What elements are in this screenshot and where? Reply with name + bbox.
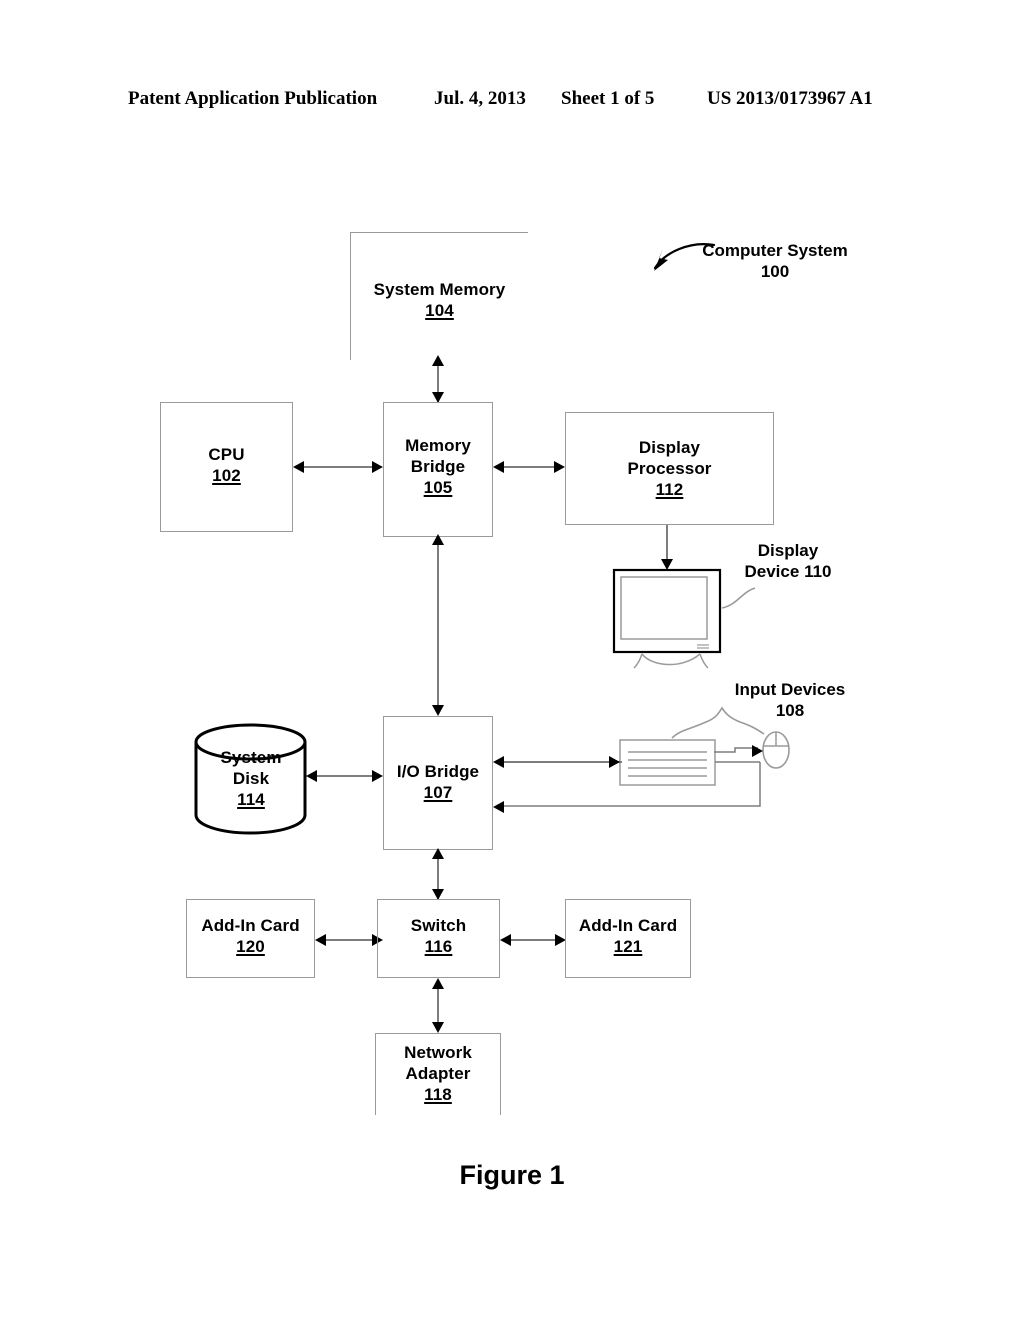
arrowhead-down-io [432,705,444,716]
network-adapter-ref: 118 [424,1085,452,1104]
system-disk-ref: 114 [237,790,265,809]
arrowhead-right-bridge [372,461,383,473]
header-patent-number: US 2013/0173967 A1 [707,88,873,109]
arrowhead-down-network [432,1022,444,1033]
display-device-leader-line [721,587,756,609]
display-device-label-2: Device [744,562,800,581]
cpu-ref: 102 [212,466,241,485]
patent-figure-page: Patent Application Publication Jul. 4, 2… [0,0,1024,1320]
input-devices-ref: 108 [775,701,805,720]
arrowhead-left-io-keyboard [493,756,504,768]
display-device-icon [612,568,722,669]
header-sheet-number: Sheet 1 of 5 [561,88,655,109]
input-devices-label: Input Devices 108 [700,679,880,721]
cpu-label: CPU [208,445,245,464]
arrowhead-up-memory [432,355,444,366]
keyboard-icon [619,739,716,786]
switch-label: Switch [410,916,467,935]
arrowhead-right-keyboard [609,756,620,768]
mouse-icon [762,731,790,769]
figure-vector-layer [500,243,790,807]
arrowhead-left-io-mouse [493,801,504,813]
switch-ref: 116 [424,937,453,956]
arrowhead-left-card120 [315,934,326,946]
arrowhead-down-display-device [661,559,673,570]
block-io-bridge: I/O Bridge 107 [383,716,493,850]
figure-caption: Figure 1 [459,1160,565,1190]
display-device-label: Display Device 110 [728,540,848,582]
header-date: Jul. 4, 2013 [434,88,526,109]
page-header: Patent Application Publication Jul. 4, 2… [0,88,1024,116]
arrowhead-right-mouse [752,745,763,757]
connector-cpu-to-bridge [299,466,377,468]
block-system-disk: System Disk 114 [196,725,306,833]
system-memory-label: System Memory [373,280,506,299]
display-device-label-1: Display [757,541,819,560]
computer-system-label: Computer System 100 [660,240,890,282]
block-add-in-card-121: Add-In Card 121 [565,899,691,978]
memory-bridge-ref: 105 [423,478,453,497]
display-processor-ref: 112 [655,480,684,499]
network-adapter-label-1: Network [404,1043,472,1062]
add-in-card-120-ref: 120 [236,937,265,956]
block-memory-bridge: Memory Bridge 105 [383,402,493,537]
computer-system-ref: 100 [760,262,790,281]
arrowhead-up-io [432,534,444,545]
network-adapter-label-2: Adapter [405,1064,471,1083]
system-disk-label-2: Disk [232,769,270,788]
block-display-processor: Display Processor 112 [565,412,774,525]
display-device-ref: 110 [804,562,832,581]
arrowhead-right-display [554,461,565,473]
connector-io-to-keyboard [500,761,622,763]
block-cpu: CPU 102 [160,402,293,532]
connector-switch-to-card121 [506,939,560,941]
block-add-in-card-120: Add-In Card 120 [186,899,315,978]
add-in-card-121-ref: 121 [613,937,643,956]
block-system-memory: System Memory 104 [350,232,528,360]
memory-bridge-label-1: Memory [405,436,471,455]
display-processor-label-1: Display [638,438,701,457]
arrowhead-up-switch [432,848,444,859]
computer-system-title: Computer System [702,241,848,260]
system-disk-shape-layer [194,723,307,835]
arrowhead-right-io [372,770,383,782]
arrowhead-left-disk [306,770,317,782]
system-memory-ref: 104 [425,301,454,320]
block-switch: Switch 116 [377,899,500,978]
connector-bridge-to-io-bridge [437,540,439,714]
arrowhead-up-network [432,978,444,989]
display-processor-label-2: Processor [627,459,712,478]
system-disk-label-1: System [220,748,282,767]
add-in-card-121-label: Add-In Card [578,916,678,935]
io-bridge-ref: 107 [423,783,453,802]
memory-bridge-label-2: Bridge [410,457,466,476]
header-publication: Patent Application Publication [128,88,378,109]
arrowhead-left-bridge [493,461,504,473]
arrowhead-left-switch-r [500,934,511,946]
io-bridge-label: I/O Bridge [396,762,480,781]
block-network-adapter: Network Adapter 118 [375,1033,501,1115]
arrowhead-left-cpu [293,461,304,473]
connector-card120-to-switch [321,939,377,941]
connector-disk-to-io-bridge [312,775,377,777]
add-in-card-120-label: Add-In Card [201,916,300,935]
input-devices-label-1: Input Devices [734,680,846,699]
connector-bridge-to-display-processor [499,466,559,468]
mouse-to-io-wire [500,762,761,807]
